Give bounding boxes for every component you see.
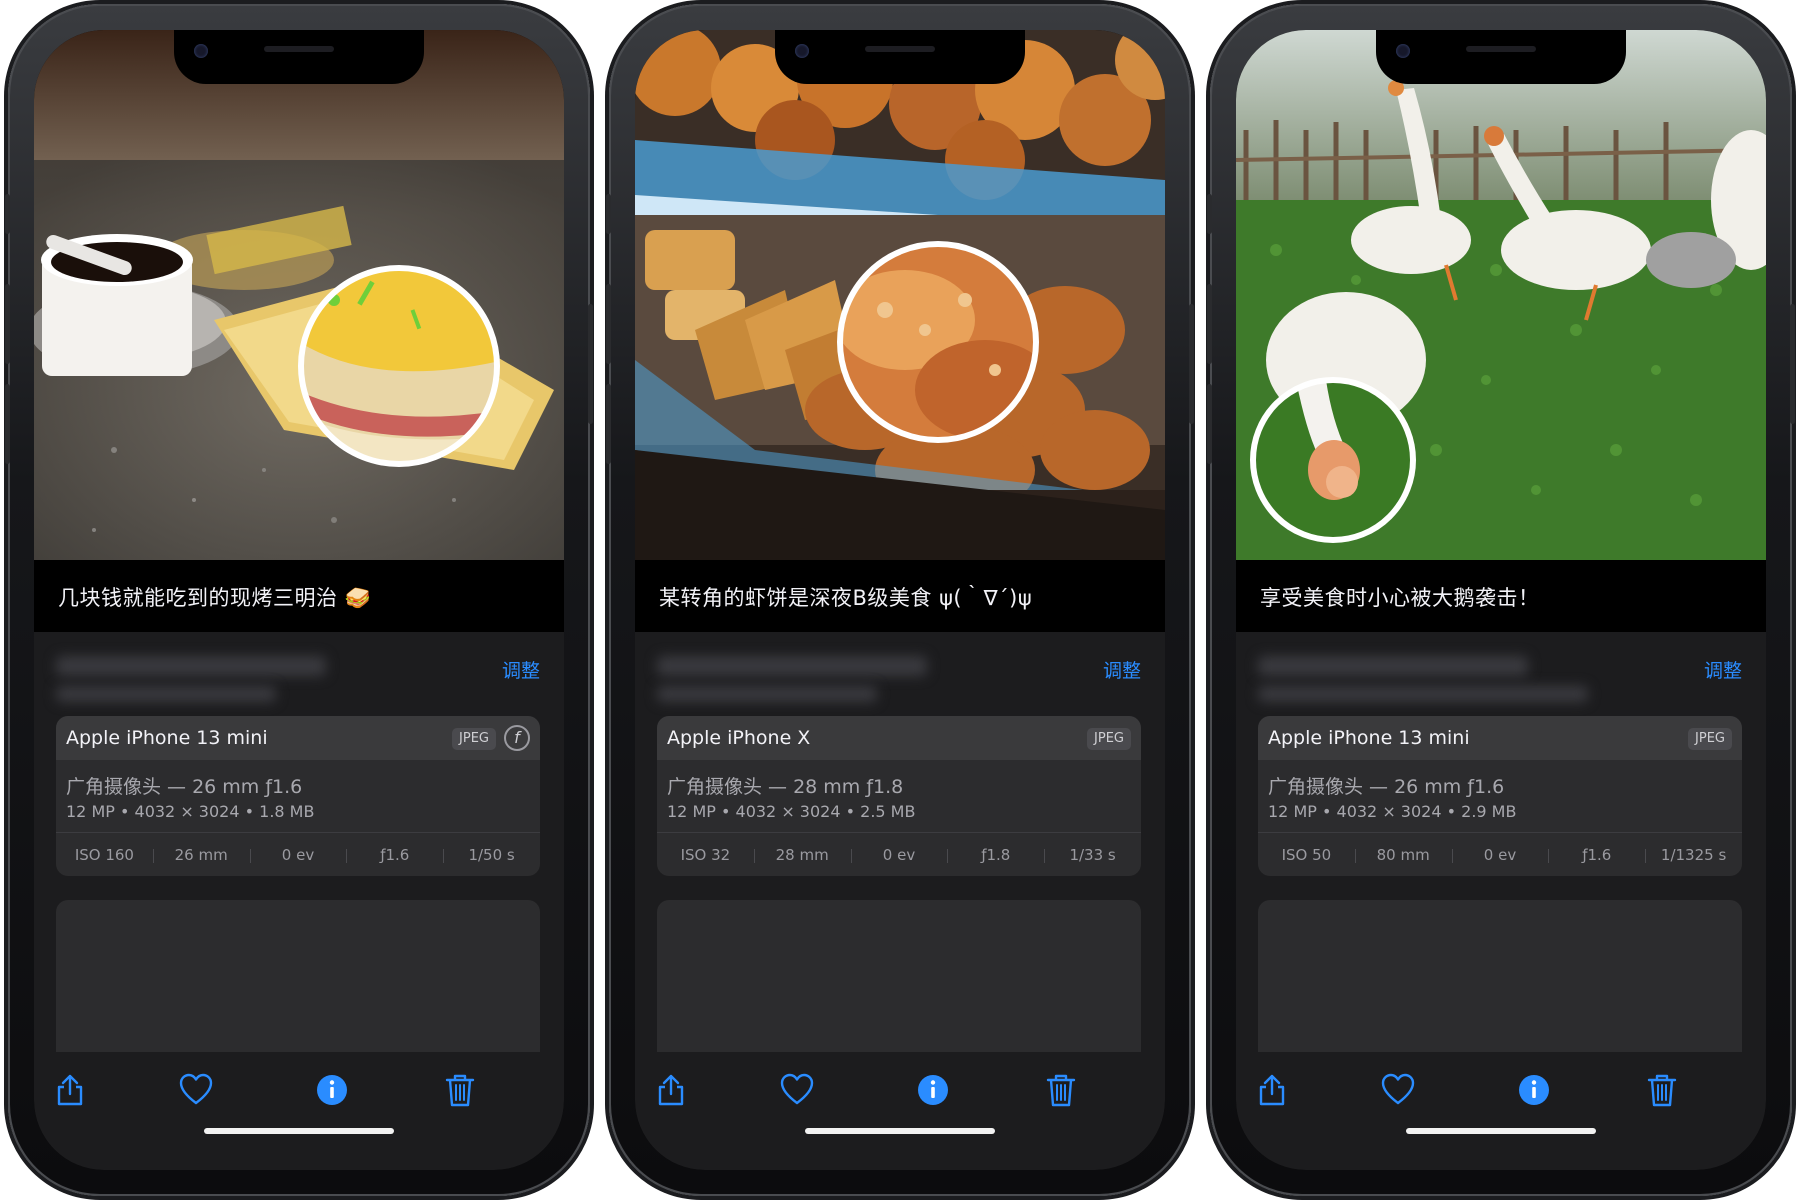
photo-caption[interactable]: 几块钱就能吃到的现烤三明治 🥪 — [58, 582, 371, 612]
caption-area[interactable]: 享受美食时小心被大鹅袭击！ — [1236, 560, 1766, 632]
exif-ev: 0 ev — [1451, 846, 1549, 864]
share-icon[interactable] — [1254, 1072, 1290, 1108]
aperture-f-icon: f — [504, 725, 530, 751]
blurred-time — [657, 686, 877, 702]
photo-sandwich[interactable] — [34, 30, 564, 560]
photo-caption[interactable]: 某转角的虾饼是深夜B级美食 ψ(｀∇´)ψ — [659, 582, 1032, 612]
bottom-toolbar — [1236, 1052, 1766, 1170]
home-indicator[interactable] — [1406, 1128, 1596, 1134]
exif-aperture: ƒ1.6 — [346, 846, 443, 864]
notch — [775, 30, 1025, 84]
exif-iso: ISO 50 — [1281, 845, 1332, 864]
adjust-button[interactable]: 调整 — [1103, 656, 1141, 683]
map-card[interactable] — [1258, 900, 1742, 1052]
home-indicator[interactable] — [204, 1128, 394, 1134]
map-card[interactable] — [657, 900, 1141, 1052]
phone-3: 享受美食时小心被大鹅袭击！ 调整 Apple iPhone 13 mini JP… — [1207, 4, 1795, 1196]
blurred-date — [1258, 656, 1528, 676]
photo-caption[interactable]: 享受美食时小心被大鹅袭击！ — [1260, 582, 1540, 612]
info-panel: 调整 Apple iPhone X JPEG 广角摄像头 — 28 mm ƒ1.… — [635, 632, 1165, 1052]
photo-geese[interactable] — [1236, 30, 1766, 560]
exif-iso: ISO 160 — [74, 845, 134, 864]
camera-model: Apple iPhone X — [667, 727, 811, 749]
camera-info-card: Apple iPhone 13 mini JPEG 广角摄像头 — 26 mm … — [1258, 716, 1742, 876]
notch — [1376, 30, 1626, 84]
phone-1: 几块钱就能吃到的现烤三明治 🥪 调整 Apple iPhone 13 mini … — [5, 4, 593, 1196]
exif-shutter: 1/50 s — [443, 846, 540, 864]
exif-focal: 80 mm — [1354, 846, 1452, 864]
bottom-toolbar — [635, 1052, 1165, 1170]
share-icon[interactable] — [653, 1072, 689, 1108]
photo-shrimp-cakes[interactable] — [635, 30, 1165, 560]
format-badge: JPEG — [452, 728, 496, 750]
bottom-toolbar — [34, 1052, 564, 1170]
home-indicator[interactable] — [805, 1128, 995, 1134]
trash-icon[interactable] — [1644, 1072, 1680, 1108]
format-badge: JPEG — [1087, 728, 1131, 750]
caption-area[interactable]: 某转角的虾饼是深夜B级美食 ψ(｀∇´)ψ — [635, 560, 1165, 632]
exif-ev: 0 ev — [850, 846, 948, 864]
lens-info: 广角摄像头 — 26 mm ƒ1.6 — [1268, 776, 1505, 798]
camera-info-card: Apple iPhone 13 mini JPEG f 广角摄像头 — 26 m… — [56, 716, 540, 876]
caption-area[interactable]: 几块钱就能吃到的现烤三明治 🥪 — [34, 560, 564, 632]
heart-icon[interactable] — [178, 1072, 214, 1108]
exif-row: ISO 32 28 mm 0 ev ƒ1.8 1/33 s — [657, 832, 1141, 876]
blurred-time — [1258, 686, 1588, 702]
exif-iso: ISO 32 — [680, 845, 731, 864]
info-icon[interactable] — [915, 1072, 951, 1108]
camera-model: Apple iPhone 13 mini — [1268, 727, 1470, 749]
map-card[interactable] — [56, 900, 540, 1052]
heart-icon[interactable] — [779, 1072, 815, 1108]
exif-focal: 26 mm — [152, 846, 250, 864]
info-panel: 调整 Apple iPhone 13 mini JPEG f 广角摄像头 — 2… — [34, 632, 564, 1052]
image-specs: 12 MP • 4032 × 3024 • 2.9 MB — [1268, 802, 1517, 821]
exif-aperture: ƒ1.8 — [947, 846, 1044, 864]
blurred-date — [56, 656, 326, 676]
screen: 某转角的虾饼是深夜B级美食 ψ(｀∇´)ψ 调整 Apple iPhone X … — [635, 30, 1165, 1170]
phone-2: 某转角的虾饼是深夜B级美食 ψ(｀∇´)ψ 调整 Apple iPhone X … — [606, 4, 1194, 1196]
screen: 享受美食时小心被大鹅袭击！ 调整 Apple iPhone 13 mini JP… — [1236, 30, 1766, 1170]
lens-info: 广角摄像头 — 26 mm ƒ1.6 — [66, 776, 303, 798]
exif-row: ISO 160 26 mm 0 ev ƒ1.6 1/50 s — [56, 832, 540, 876]
adjust-button[interactable]: 调整 — [1704, 656, 1742, 683]
exif-aperture: ƒ1.6 — [1548, 846, 1645, 864]
screen: 几块钱就能吃到的现烤三明治 🥪 调整 Apple iPhone 13 mini … — [34, 30, 564, 1170]
exif-focal: 28 mm — [753, 846, 851, 864]
camera-info-card: Apple iPhone X JPEG 广角摄像头 — 28 mm ƒ1.8 1… — [657, 716, 1141, 876]
blurred-date — [657, 656, 927, 676]
camera-model: Apple iPhone 13 mini — [66, 727, 268, 749]
share-icon[interactable] — [52, 1072, 88, 1108]
exif-row: ISO 50 80 mm 0 ev ƒ1.6 1/1325 s — [1258, 832, 1742, 876]
format-badge: JPEG — [1688, 728, 1732, 750]
comparison-stage: 几块钱就能吃到的现烤三明治 🥪 调整 Apple iPhone 13 mini … — [0, 0, 1800, 1200]
exif-shutter: 1/33 s — [1044, 846, 1141, 864]
heart-icon[interactable] — [1380, 1072, 1416, 1108]
adjust-button[interactable]: 调整 — [502, 656, 540, 683]
exif-shutter: 1/1325 s — [1645, 846, 1742, 864]
info-panel: 调整 Apple iPhone 13 mini JPEG 广角摄像头 — 26 … — [1236, 632, 1766, 1052]
trash-icon[interactable] — [442, 1072, 478, 1108]
exif-ev: 0 ev — [249, 846, 347, 864]
trash-icon[interactable] — [1043, 1072, 1079, 1108]
image-specs: 12 MP • 4032 × 3024 • 1.8 MB — [66, 802, 315, 821]
info-icon[interactable] — [314, 1072, 350, 1108]
image-specs: 12 MP • 4032 × 3024 • 2.5 MB — [667, 802, 916, 821]
notch — [174, 30, 424, 84]
lens-info: 广角摄像头 — 28 mm ƒ1.8 — [667, 776, 904, 798]
info-icon[interactable] — [1516, 1072, 1552, 1108]
blurred-time — [56, 686, 276, 702]
